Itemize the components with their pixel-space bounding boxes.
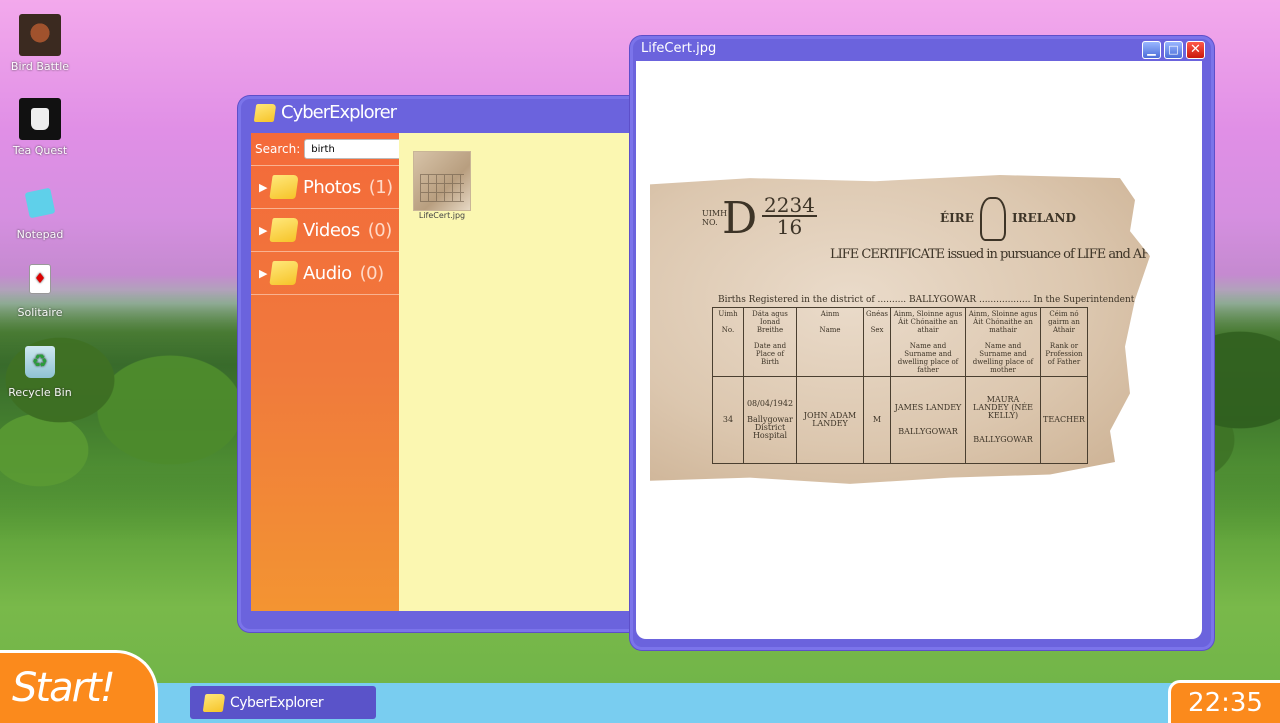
cell-profession: TEACHER bbox=[1040, 376, 1088, 464]
cert-eire: ÉIRE bbox=[940, 211, 974, 225]
col-header: Ainm, Sloinne agus Áit Chónaithe an math… bbox=[965, 307, 1042, 377]
cert-table: Uimh No. Dáta agus Ionad Breithe Date and … bbox=[712, 307, 1088, 464]
desktop-icon-label: Bird Battle bbox=[10, 60, 70, 73]
folder-icon bbox=[269, 175, 299, 199]
cell-mother: MAURA LANDEY (NÉE KELLY) BALLYGOWAR bbox=[965, 376, 1042, 464]
maximize-button[interactable]: □ bbox=[1164, 41, 1183, 59]
card-icon: ♦ bbox=[29, 264, 51, 294]
window-title: CyberExplorer bbox=[281, 102, 397, 123]
notepad-icon bbox=[24, 187, 56, 219]
search-input[interactable] bbox=[304, 139, 409, 159]
minimize-button[interactable]: ▁ bbox=[1142, 41, 1161, 59]
folder-label: Videos bbox=[302, 219, 360, 241]
expand-arrow-icon[interactable]: ▶ bbox=[259, 181, 267, 194]
folder-search-icon bbox=[202, 693, 226, 712]
cell-sex: M bbox=[862, 376, 892, 464]
folder-search-icon bbox=[253, 103, 277, 122]
start-button[interactable]: Start! bbox=[0, 650, 158, 723]
image-viewer-window[interactable]: LifeCert.jpg ▁ □ ✕ UIMH NO. D 2234 16 ÉI… bbox=[630, 36, 1214, 650]
col-header: Ainm Name bbox=[796, 307, 864, 377]
cert-heading: LIFE CERTIFICATE issued in pursuance of … bbox=[830, 247, 1258, 262]
cyberexplorer-window[interactable]: CyberExplorer Search: ▶ Photos (1) ▶ Vid… bbox=[238, 96, 644, 632]
col-header: Uimh No. bbox=[712, 307, 744, 377]
desktop-icon-label: Tea Quest bbox=[12, 144, 68, 157]
taskbar-item-label: CyberExplorer bbox=[230, 694, 324, 711]
search-label: Search: bbox=[255, 142, 301, 156]
desktop-icon-solitaire[interactable]: ♦ Solitaire bbox=[0, 264, 80, 319]
clock: 22:35 bbox=[1168, 680, 1280, 723]
folder-count: (0) bbox=[367, 219, 393, 241]
desktop-icon-label: Notepad bbox=[16, 228, 64, 241]
desktop-icon-label: Recycle Bin bbox=[8, 386, 72, 399]
cert-header-row: Uimh No. Dáta agus Ionad Breithe Date and … bbox=[712, 307, 1088, 377]
col-header: Ainm, Sloinne agus Áit Chónaithe an atha… bbox=[890, 307, 967, 377]
cert-number-top: 2234 bbox=[762, 193, 817, 217]
cell-no: 34 bbox=[712, 376, 744, 464]
harp-icon bbox=[980, 197, 1006, 241]
desktop-icon-tea-quest[interactable]: Tea Quest bbox=[0, 98, 80, 157]
folder-icon bbox=[269, 261, 299, 285]
expand-arrow-icon[interactable]: ▶ bbox=[259, 267, 267, 280]
desktop-icon-recycle-bin[interactable]: ♻ Recycle Bin bbox=[0, 346, 80, 399]
col-header: Gnéas Sex bbox=[862, 307, 892, 377]
cert-number-bottom: 16 bbox=[776, 215, 803, 239]
folder-label: Photos bbox=[302, 176, 361, 198]
file-item[interactable]: LifeCert.jpg bbox=[413, 151, 471, 220]
folder-count: (0) bbox=[359, 262, 385, 284]
folder-videos[interactable]: ▶ Videos (0) bbox=[251, 209, 399, 252]
col-header: Céim nó gairm an Athair Rank or Professio… bbox=[1040, 307, 1088, 377]
explorer-content: LifeCert.jpg bbox=[399, 133, 633, 611]
cell-name: JOHN ADAM LANDEY bbox=[796, 376, 864, 464]
taskbar-item-cyberexplorer[interactable]: CyberExplorer bbox=[190, 686, 376, 719]
bird-icon bbox=[19, 14, 61, 56]
folder-audio[interactable]: ▶ Audio (0) bbox=[251, 252, 399, 295]
certificate-image: UIMH NO. D 2234 16 ÉIRE IRELAND LIFE CER… bbox=[650, 175, 1150, 484]
close-button[interactable]: ✕ bbox=[1186, 41, 1205, 59]
image-thumbnail bbox=[413, 151, 471, 211]
folder-photos[interactable]: ▶ Photos (1) bbox=[251, 166, 399, 209]
desktop-icon-notepad[interactable]: Notepad bbox=[0, 184, 80, 241]
explorer-sidebar: Search: ▶ Photos (1) ▶ Videos (0) ▶ Audi… bbox=[251, 133, 409, 611]
window-title: LifeCert.jpg bbox=[641, 41, 717, 56]
cell-date-place: 08/04/1942 Ballygowar District Hospital bbox=[743, 376, 797, 464]
window-title-bar[interactable]: CyberExplorer bbox=[253, 102, 397, 123]
folder-icon bbox=[269, 218, 299, 242]
viewer-body: UIMH NO. D 2234 16 ÉIRE IRELAND LIFE CER… bbox=[636, 61, 1202, 639]
file-name: LifeCert.jpg bbox=[418, 211, 466, 220]
folder-label: Audio bbox=[302, 262, 352, 284]
folder-count: (1) bbox=[368, 176, 394, 198]
desktop-icon-label: Solitaire bbox=[17, 306, 63, 319]
cert-district-line: Births Registered in the district of ...… bbox=[718, 295, 1213, 305]
expand-arrow-icon[interactable]: ▶ bbox=[259, 224, 267, 237]
teacup-icon bbox=[19, 98, 61, 140]
recycle-bin-icon: ♻ bbox=[25, 346, 55, 378]
search-row: Search: bbox=[251, 133, 409, 166]
cert-ireland: IRELAND bbox=[1012, 211, 1076, 225]
desktop-icon-bird-battle[interactable]: Bird Battle bbox=[0, 14, 80, 73]
cert-data-row: 34 08/04/1942 Ballygowar District Hospita… bbox=[712, 376, 1088, 464]
cell-father: JAMES LANDEY BALLYGOWAR bbox=[890, 376, 967, 464]
cert-big-letter: D bbox=[722, 193, 758, 244]
cert-number: 2234 16 bbox=[762, 195, 817, 237]
col-header: Dáta agus Ionad Breithe Date and Place of… bbox=[743, 307, 797, 377]
window-controls: ▁ □ ✕ bbox=[1142, 41, 1205, 59]
